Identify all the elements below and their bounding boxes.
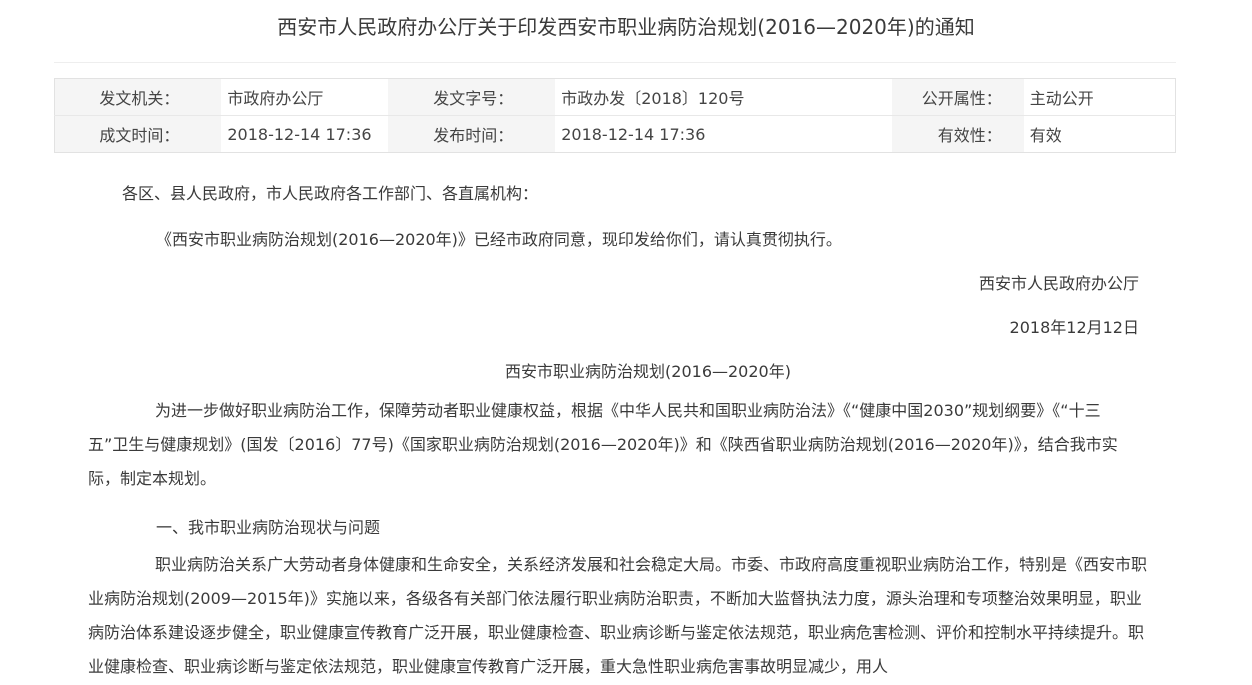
title-divider [54, 62, 1176, 63]
salutation: 各区、县人民政府，市人民政府各工作部门、各直属机构： [122, 184, 539, 203]
written-time-value: 2018-12-14 17:36 [221, 115, 389, 153]
intro-paragraph: 为进一步做好职业病防治工作，保障劳动者职业健康权益，根据《中华人民共和国职业病防… [88, 401, 1118, 488]
disclosure-label: 公开属性： [891, 78, 1024, 116]
document-title: 西安市人民政府办公厅关于印发西安市职业病防治规划(2016—2020年)的通知 [277, 15, 975, 39]
document-number-value: 市政办发〔2018〕120号 [555, 78, 892, 116]
validity-value: 有效 [1023, 115, 1176, 153]
issuing-agency-label: 发文机关： [54, 78, 222, 116]
publish-time-value: 2018-12-14 17:36 [555, 115, 892, 153]
document-meta-table: 发文机关： 市政府办公厅 发文字号： 市政办发〔2018〕120号 公开属性： … [54, 78, 1176, 153]
meta-row: 成文时间： 2018-12-14 17:36 发布时间： 2018-12-14 … [54, 115, 1176, 153]
issuing-agency-value: 市政府办公厅 [221, 78, 389, 116]
document-number-label: 发文字号： [388, 78, 556, 116]
plan-title: 西安市职业病防治规划(2016—2020年) [505, 362, 791, 381]
section-paragraph: 职业病防治关系广大劳动者身体健康和生命安全，关系经济发展和社会稳定大局。市委、市… [88, 555, 1148, 676]
issue-date: 2018年12月12日 [1009, 318, 1139, 337]
disclosure-value: 主动公开 [1023, 78, 1176, 116]
publish-time-label: 发布时间： [388, 115, 556, 153]
validity-label: 有效性： [891, 115, 1024, 153]
notice-text: 《西安市职业病防治规划(2016—2020年)》已经市政府同意，现印发给你们，请… [156, 230, 842, 249]
written-time-label: 成文时间： [54, 115, 222, 153]
section-heading: 一、我市职业病防治现状与问题 [156, 518, 381, 537]
meta-row: 发文机关： 市政府办公厅 发文字号： 市政办发〔2018〕120号 公开属性： … [54, 78, 1176, 116]
issuer-signature: 西安市人民政府办公厅 [978, 274, 1139, 293]
